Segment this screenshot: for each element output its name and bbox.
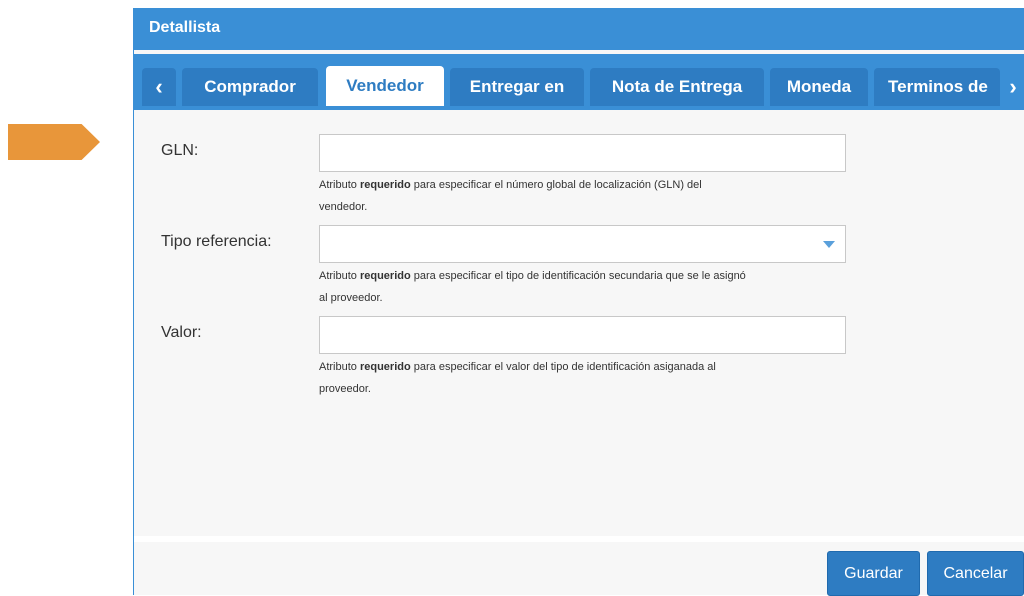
gln-input[interactable] <box>319 134 846 172</box>
valor-label: Valor: <box>161 324 202 341</box>
chevron-down-icon[interactable] <box>823 241 835 248</box>
cancel-button[interactable]: Cancelar <box>927 551 1024 596</box>
tab-terminos-de[interactable]: Terminos de <box>874 68 1000 106</box>
gln-help-text: Atributo requerido para especificar el n… <box>319 179 702 213</box>
tipo-referencia-select[interactable] <box>319 225 846 263</box>
tab-moneda[interactable]: Moneda <box>770 68 868 106</box>
tab-bar: ‹ Comprador Vendedor Entregar en Nota de… <box>134 54 1024 110</box>
tab-scroll-left-icon[interactable]: ‹ <box>142 68 176 106</box>
tipo-referencia-help-text: Atributo requerido para especificar el t… <box>319 270 746 304</box>
tipo-referencia-label: Tipo referencia: <box>161 233 272 250</box>
form-content: GLN: Atributo requerido para especificar… <box>134 110 1024 535</box>
valor-input[interactable] <box>319 316 846 354</box>
tab-entregar-en[interactable]: Entregar en <box>450 68 584 106</box>
tab-comprador[interactable]: Comprador <box>182 68 318 106</box>
tab-nota-de-entrega[interactable]: Nota de Entrega <box>590 68 764 106</box>
dialog-footer: Guardar Cancelar <box>134 542 1024 596</box>
save-button[interactable]: Guardar <box>827 551 920 596</box>
tab-scroll-right-icon[interactable]: › <box>1000 68 1024 106</box>
detallista-dialog: Detallista ‹ Comprador Vendedor Entregar… <box>133 8 1024 596</box>
gln-label: GLN: <box>161 142 199 159</box>
dialog-title: Detallista <box>134 8 1024 50</box>
valor-help-text: Atributo requerido para especificar el v… <box>319 361 716 395</box>
pointer-arrow-marker <box>8 124 100 160</box>
tab-vendedor[interactable]: Vendedor <box>326 66 444 106</box>
